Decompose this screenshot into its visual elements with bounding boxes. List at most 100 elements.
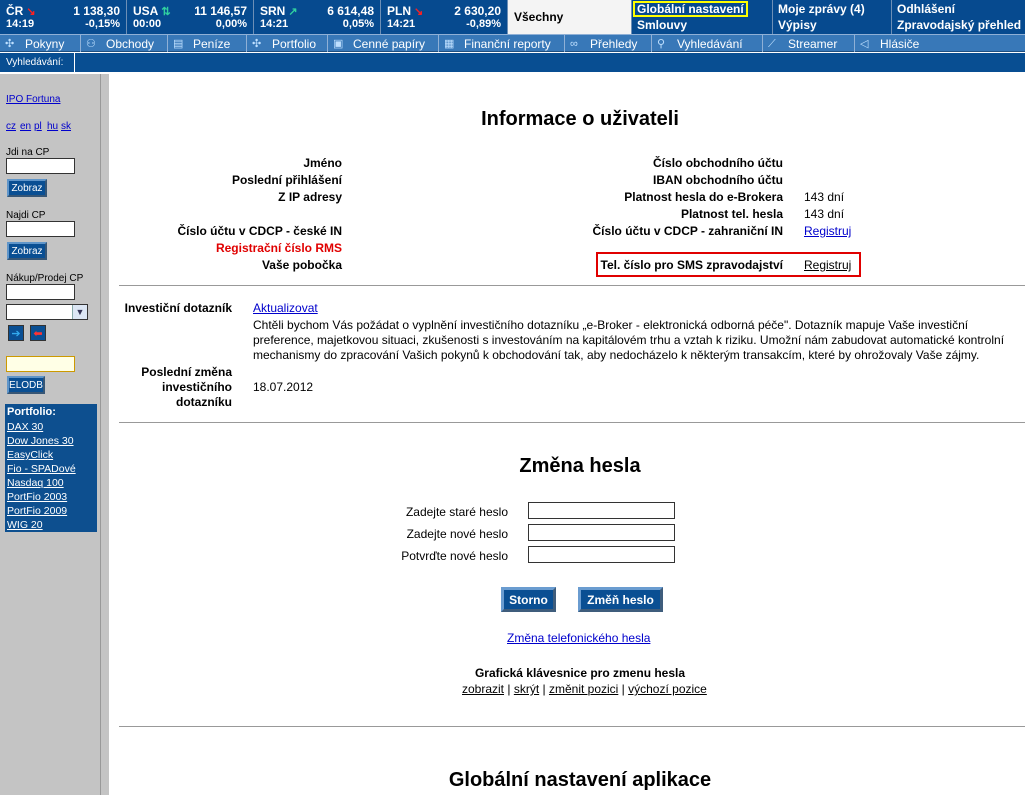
menu-portfolio[interactable]: ✣ Portfolio (247, 35, 328, 52)
menu-orders[interactable]: ✣ Pokyny (0, 35, 81, 52)
menu-label: Peníze (193, 36, 231, 51)
handshake-icon: ⚇ (86, 37, 96, 50)
menu-securities[interactable]: ▣ Cenné papíry (328, 35, 439, 52)
lang-cz-link[interactable]: cz (6, 121, 16, 132)
lang-en-link[interactable]: en (20, 121, 31, 132)
buy-arrow-button[interactable]: ➔ (8, 325, 24, 341)
search-label: Vyhledávání: (0, 53, 75, 73)
menu-search[interactable]: ⚲ Vyhledávání (652, 35, 763, 52)
orders-icon: ✣ (5, 37, 15, 50)
cdcp-foreign-label: Číslo účtu v CDCP - zahraniční IN (592, 224, 783, 238)
ticker-value: 6 614,48 (327, 4, 374, 18)
menu-alerts[interactable]: ◁ Hlásiče (855, 35, 1025, 52)
menu-financial-reports[interactable]: ▦ Finanční reporty (439, 35, 565, 52)
tel-password-link[interactable]: Změna telefonického hesla (507, 631, 650, 645)
glasses-icon: ∞ (570, 37, 578, 50)
old-password-input[interactable] (528, 502, 675, 519)
ticker-cr[interactable]: ČR ↘ 1 138,30 14:19 -0,15% (0, 0, 127, 34)
menu-label: Finanční reporty (464, 36, 551, 51)
portfolio-item[interactable]: EasyClick (7, 448, 95, 462)
ticker-value: 1 138,30 (73, 4, 120, 18)
cdcp-cz-label: Číslo účtu v CDCP - české IN (177, 224, 343, 238)
ticker-bar: ČR ↘ 1 138,30 14:19 -0,15% USA ⇅ 11 146,57… (0, 0, 1025, 34)
trade-select[interactable]: ▼ (6, 304, 88, 320)
news-link[interactable]: Zpravodajský přehled (897, 18, 1021, 32)
rms-label: Registrační číslo RMS (215, 241, 342, 255)
ticker-usa[interactable]: USA ⇅ 11 146,57 00:00 0,00% (127, 0, 254, 34)
menu-streamer[interactable]: ⟋ Streamer (763, 35, 855, 52)
menu-money[interactable]: ▤ Peníze (168, 35, 247, 52)
confirm-password-input[interactable] (528, 546, 675, 563)
find-input[interactable] (6, 221, 75, 237)
portfolio-item[interactable]: PortFio 2003 (7, 490, 95, 504)
arrow-up-icon: ↗ (288, 6, 298, 18)
all-markets-button[interactable]: Všechny (508, 0, 632, 34)
register-sms-link[interactable]: Registruj (804, 258, 851, 272)
topbar-global-group: Globální nastavení Smlouvy (632, 0, 773, 34)
ticker-time: 14:19 (6, 18, 35, 30)
menu-label: Streamer (788, 36, 838, 51)
sell-arrow-button[interactable]: ⬅ (30, 325, 46, 341)
ticker-name: SRN (260, 4, 286, 18)
ticker-change: -0,15% (85, 18, 120, 30)
portfolio-item[interactable]: PortFio 2009 (7, 504, 95, 518)
portfolio-item[interactable]: DAX 30 (7, 420, 95, 434)
contracts-link[interactable]: Smlouvy (637, 18, 687, 32)
ticker-srn[interactable]: SRN ↗ 6 614,48 14:21 0,05% (254, 0, 381, 34)
ticker-name: USA (133, 4, 159, 18)
last-change-label: Poslední změna (141, 365, 232, 379)
content-gutter (101, 74, 109, 795)
ticker-time: 14:21 (387, 18, 416, 30)
divider (119, 726, 1025, 727)
lang-hu-link[interactable]: hu (47, 121, 58, 132)
sms-label: Tel. číslo pro SMS zpravodajství (600, 258, 784, 272)
quick-input[interactable] (6, 356, 75, 372)
keyboard-show-link[interactable]: zobrazit (462, 682, 504, 696)
portfolio-item[interactable]: WIG 20 (7, 518, 95, 532)
arrow-left-icon: ⬅ (33, 327, 43, 340)
arrow-down-icon: ↘ (26, 6, 36, 18)
iban-label: IBAN obchodního účtu (653, 173, 783, 187)
update-questionnaire-link[interactable]: Aktualizovat (253, 301, 318, 315)
goto-input[interactable] (6, 158, 75, 174)
keyboard-label: Grafická klávesnice pro zmenu hesla (474, 666, 686, 680)
elodb-button[interactable]: ELODB (7, 376, 45, 394)
arrow-mixed-icon: ⇅ (161, 6, 171, 18)
divider (119, 422, 1025, 423)
divider (119, 285, 1025, 286)
logout-link[interactable]: Odhlášení (897, 2, 955, 16)
keyboard-move-link[interactable]: změnit pozici (549, 682, 618, 696)
find-label: Najdi CP (6, 210, 46, 221)
keyboard-reset-link[interactable]: výchozí pozice (628, 682, 707, 696)
reports-icon: ▦ (444, 37, 455, 50)
statements-link[interactable]: Výpisy (778, 18, 817, 32)
global-settings-link[interactable]: Globální nastavení (633, 1, 748, 17)
last-change-label: dotazníku (176, 395, 232, 409)
messages-link[interactable]: Moje zprávy (4) (778, 2, 865, 16)
last-change-date: 18.07.2012 (253, 380, 314, 394)
ticker-time: 00:00 (133, 18, 162, 30)
find-show-button[interactable]: Zobraz (7, 242, 47, 260)
portfolio-item[interactable]: Dow Jones 30 (7, 434, 95, 448)
register-cdcp-link[interactable]: Registruj (804, 224, 851, 238)
money-icon: ▤ (173, 37, 184, 50)
portfolio-item[interactable]: Fio - SPADové (7, 462, 95, 476)
change-password-button[interactable]: Změň heslo (578, 587, 663, 612)
lang-sk-link[interactable]: sk (61, 121, 71, 132)
portfolio-item[interactable]: Nasdaq 100 (7, 476, 95, 490)
menu-overviews[interactable]: ∞ Přehledy (565, 35, 652, 52)
ticker-pln[interactable]: PLN ↘ 2 630,20 14:21 -0,89% (381, 0, 508, 34)
menu-label: Cenné papíry (353, 36, 426, 51)
lang-pl-link[interactable]: pl (34, 121, 42, 132)
keyboard-hide-link[interactable]: skrýt (514, 682, 539, 696)
goto-label: Jdi na CP (6, 147, 50, 158)
cancel-button[interactable]: Storno (501, 587, 556, 612)
show-button[interactable]: Zobraz (7, 179, 47, 197)
chevron-down-icon: ▼ (72, 305, 87, 319)
menu-trades[interactable]: ⚇ Obchody (81, 35, 168, 52)
trade-input[interactable] (6, 284, 75, 300)
ipo-fortuna-link[interactable]: IPO Fortuna (6, 94, 60, 105)
chart-line-icon: ⟋ (768, 37, 776, 50)
ticker-value: 11 146,57 (194, 4, 247, 18)
new-password-input[interactable] (528, 524, 675, 541)
